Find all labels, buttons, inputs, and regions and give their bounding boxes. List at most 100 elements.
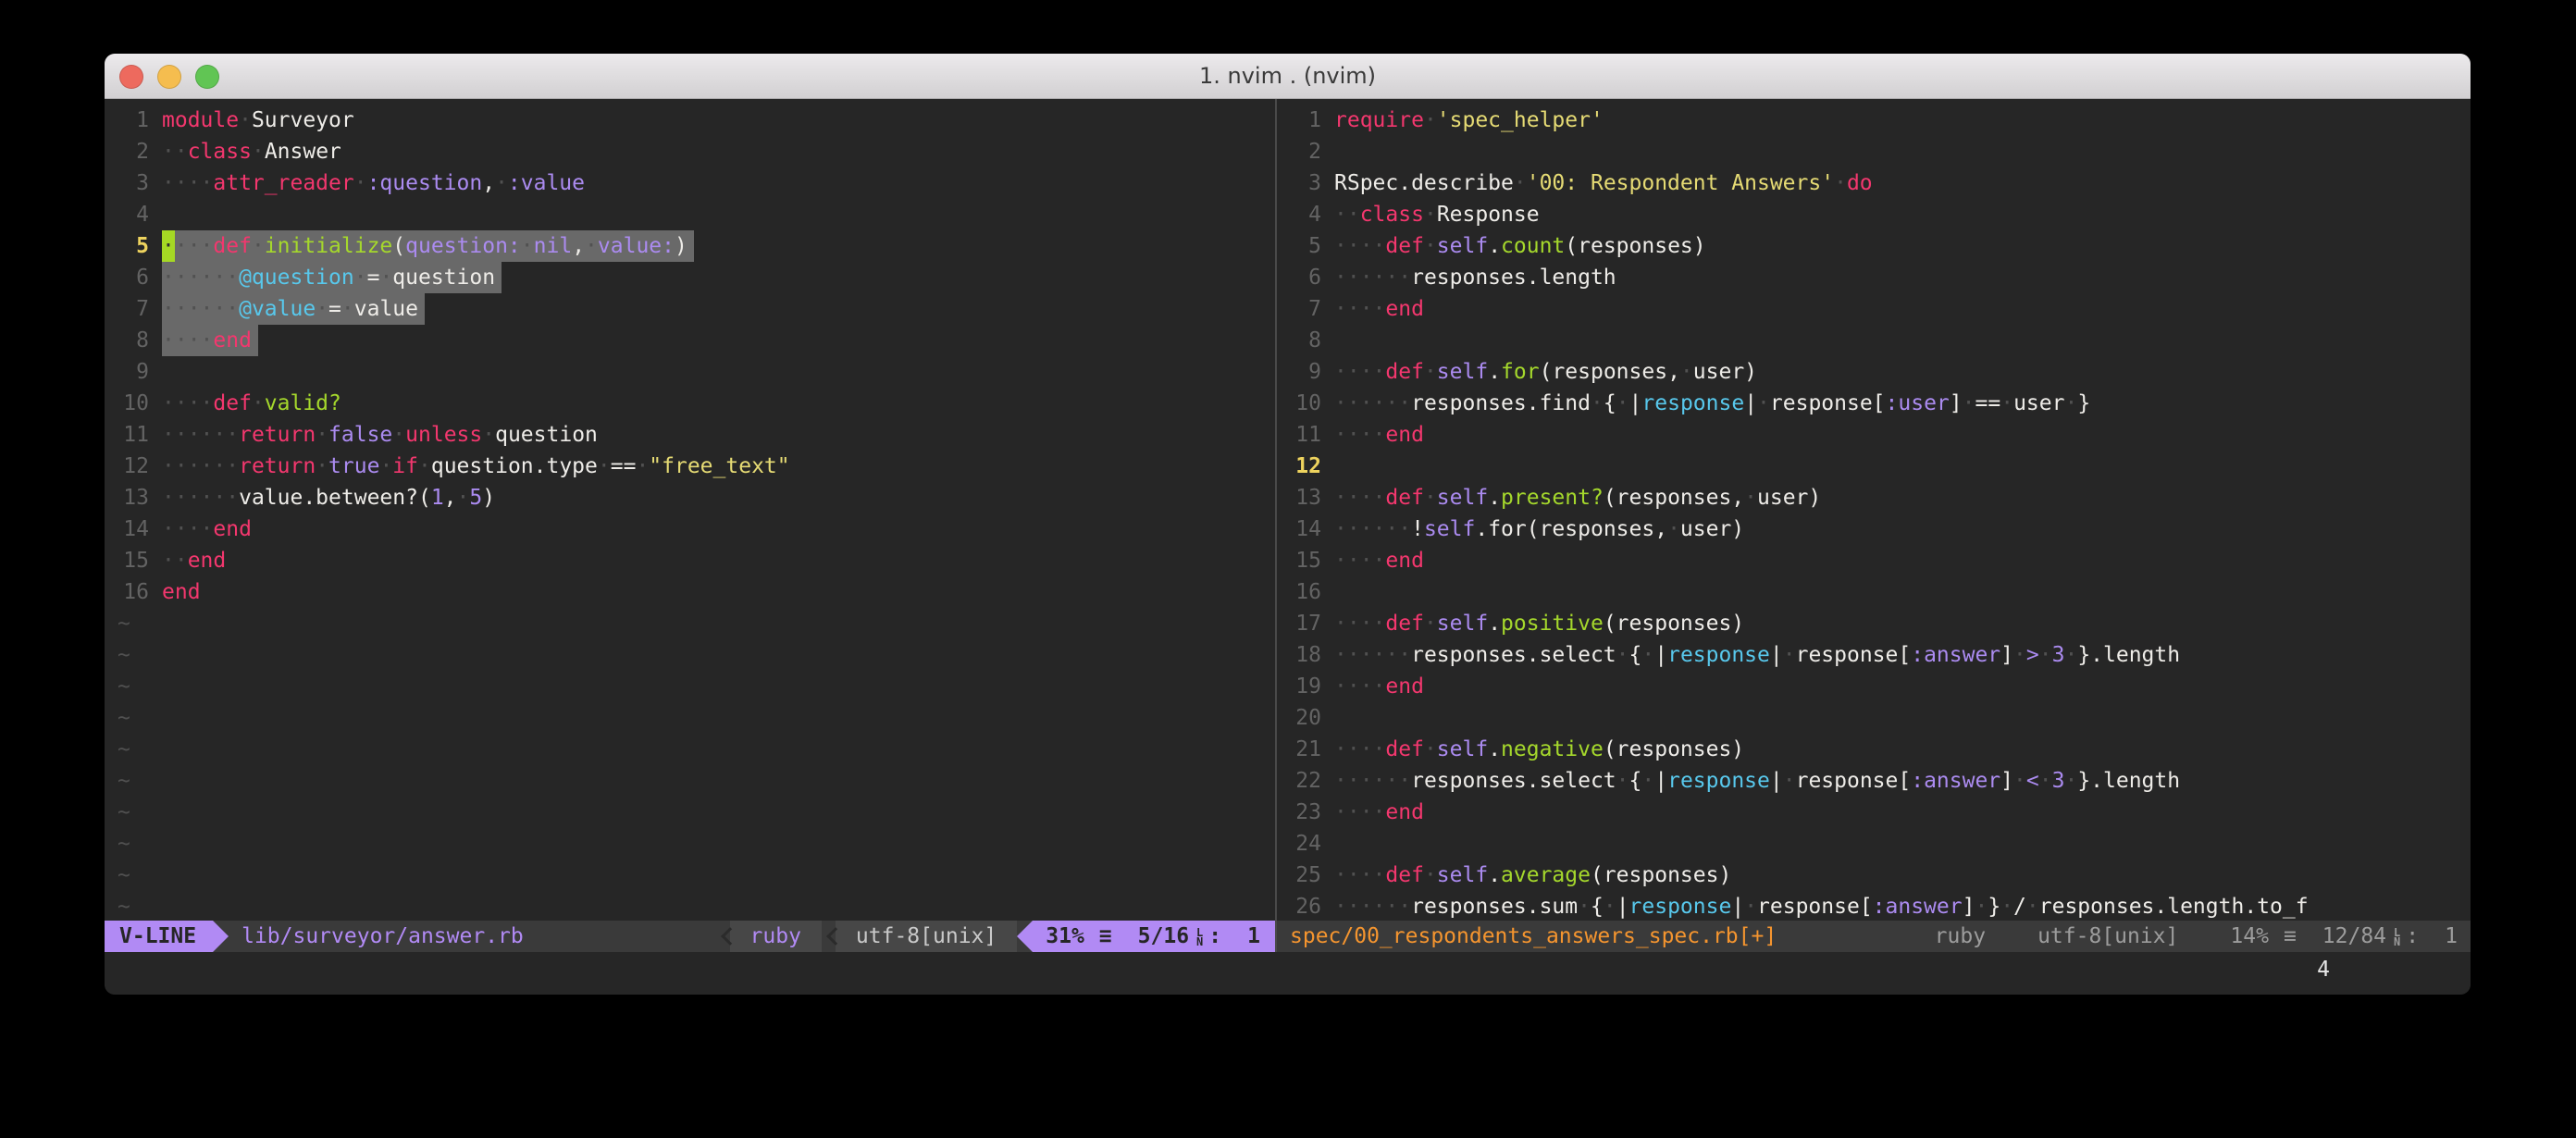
code-line[interactable]: 12······return·true·if·question.type·==·…: [118, 451, 1275, 482]
line-number: 18: [1290, 639, 1321, 671]
code-text: ······responses.select·{·|response|·resp…: [1334, 639, 2180, 671]
line-number: 1: [1290, 105, 1321, 136]
code-text: end: [162, 576, 201, 608]
line-number: 5: [118, 230, 149, 262]
tilde-marker: ~: [118, 639, 130, 671]
code-line[interactable]: 21····def·self.negative(responses): [1290, 734, 2471, 765]
code-line[interactable]: 14····end: [118, 513, 1275, 545]
line-number: 7: [118, 293, 149, 325]
code-line[interactable]: 11····end: [1290, 419, 2471, 451]
line-number: 5: [1290, 230, 1321, 262]
code-text: ····def·self.for(responses,·user): [1334, 356, 1757, 388]
code-line[interactable]: 4··class·Response: [1290, 199, 2471, 230]
titlebar[interactable]: 1. nvim . (nvim): [105, 54, 2471, 99]
code-line[interactable]: 19····end: [1290, 671, 2471, 702]
line-number: 1: [118, 105, 149, 136]
code-line[interactable]: 6······responses.length: [1290, 262, 2471, 293]
command-line[interactable]: 4: [105, 952, 2471, 987]
code-text: ······@question·=·question: [162, 262, 502, 293]
code-line[interactable]: 16: [1290, 576, 2471, 608]
line-number: 12: [1290, 451, 1321, 482]
code-line[interactable]: 24: [1290, 828, 2471, 860]
code-line[interactable]: 7 ······@value·=·value: [118, 293, 1275, 325]
statusline-right-info: ruby utf-8[unix] 14% ≡ 12/84 LN : 1: [1935, 921, 2471, 952]
code-line[interactable]: 18 ······responses.select·{·|response|·re…: [1290, 639, 2471, 671]
code-line[interactable]: 6······@question·=·question: [118, 262, 1275, 293]
code-line[interactable]: 4: [118, 199, 1275, 230]
code-text: ····def·valid?: [162, 388, 341, 419]
line-number: 14: [1290, 513, 1321, 545]
code-area-left[interactable]: 1 module·Surveyor2··class·Answer3····attr…: [105, 99, 1275, 921]
code-line[interactable]: 3····attr_reader·:question,·:value: [118, 167, 1275, 199]
code-line[interactable]: 14······!self.for(responses,·user): [1290, 513, 2471, 545]
filetype-left: ruby: [750, 921, 801, 952]
code-line[interactable]: 9 ····def·self.for(responses,·user): [1290, 356, 2471, 388]
mode-indicator: V-LINE: [105, 921, 213, 952]
line-number: 2: [1290, 136, 1321, 167]
code-line[interactable]: 2··class·Answer: [118, 136, 1275, 167]
window-title: 1. nvim . (nvim): [1199, 63, 1376, 89]
code-text: RSpec.describe·'00: Respondent Answers'·…: [1334, 167, 1873, 199]
line-number: 23: [1290, 797, 1321, 828]
code-line[interactable]: 5····def·initialize(question:·nil,·value…: [118, 230, 1275, 262]
line-number: 21: [1290, 734, 1321, 765]
code-line[interactable]: 12: [1290, 451, 2471, 482]
code-line[interactable]: 10······responses.find·{·|response|·resp…: [1290, 388, 2471, 419]
code-line[interactable]: 13····def·self.present?(responses,·user): [1290, 482, 2471, 513]
filename-right: spec/00_respondents_answers_spec.rb[+]: [1290, 921, 1777, 952]
code-line[interactable]: 15····end: [1290, 545, 2471, 576]
line-number: 9: [118, 356, 149, 388]
empty-line: ~: [118, 797, 1275, 828]
line-number: 3: [1290, 167, 1321, 199]
encoding-right: utf-8[unix]: [2037, 921, 2178, 952]
code-text: module·Surveyor: [162, 105, 354, 136]
code-area-right[interactable]: 1 require·'spec_helper' 23 RSpec.describe·'…: [1277, 99, 2471, 921]
line-number: 11: [118, 419, 149, 451]
code-line[interactable]: 13······value.between?(1,·5): [118, 482, 1275, 513]
code-line[interactable]: 11······return·false·unless·question: [118, 419, 1275, 451]
tilde-marker: ~: [118, 671, 130, 702]
code-line[interactable]: 22······responses.select·{·|response|·re…: [1290, 765, 2471, 797]
code-text: ······return·true·if·question.type·==·"f…: [162, 451, 790, 482]
code-line[interactable]: 7····end: [1290, 293, 2471, 325]
code-line[interactable]: 10····def·valid?: [118, 388, 1275, 419]
cursor: ·: [162, 230, 175, 262]
code-line[interactable]: 2: [1290, 136, 2471, 167]
line-number: 3: [118, 167, 149, 199]
code-line[interactable]: 3 RSpec.describe·'00: Respondent Answers'…: [1290, 167, 2471, 199]
line-number: 9: [1290, 356, 1321, 388]
empty-line: ~: [118, 828, 1275, 860]
code-text: ····def·self.positive(responses): [1334, 608, 1744, 639]
code-line[interactable]: 5····def·self.count(responses): [1290, 230, 2471, 262]
line-number: 15: [118, 545, 149, 576]
code-line[interactable]: 1 module·Surveyor: [118, 105, 1275, 136]
code-line[interactable]: 26······responses.sum·{·|response|·respo…: [1290, 891, 2471, 921]
code-text: ····end: [1334, 419, 1424, 451]
tilde-marker: ~: [118, 891, 130, 921]
code-line[interactable]: 15··end: [118, 545, 1275, 576]
code-line[interactable]: 1 require·'spec_helper': [1290, 105, 2471, 136]
minimize-button[interactable]: [157, 65, 181, 89]
close-button[interactable]: [119, 65, 143, 89]
code-line[interactable]: 25····def·self.average(responses): [1290, 860, 2471, 891]
code-line[interactable]: 9: [118, 356, 1275, 388]
line-number: 17: [1290, 608, 1321, 639]
code-text: require·'spec_helper': [1334, 105, 1604, 136]
code-line[interactable]: 17 ····def·self.positive(responses): [1290, 608, 2471, 639]
code-text: ······@value·=·value: [162, 293, 425, 325]
code-line[interactable]: 8····end: [118, 325, 1275, 356]
encoding-left: utf-8[unix]: [856, 921, 997, 952]
code-line[interactable]: 23····end: [1290, 797, 2471, 828]
powerline-arrow-icon: [213, 921, 229, 952]
code-text: ··class·Answer: [162, 136, 341, 167]
code-line[interactable]: 20: [1290, 702, 2471, 734]
code-text: ····end: [162, 513, 252, 545]
code-line[interactable]: 16end: [118, 576, 1275, 608]
empty-line: ~: [118, 765, 1275, 797]
statusline-left-info: ruby utf-8[unix] 31% ≡ 5/16 LN :: [716, 921, 1275, 952]
code-text: ····def·self.present?(responses,·user): [1334, 482, 1821, 513]
zoom-button[interactable]: [195, 65, 219, 89]
code-line[interactable]: 8: [1290, 325, 2471, 356]
line-number: 10: [1290, 388, 1321, 419]
line-number: 7: [1290, 293, 1321, 325]
